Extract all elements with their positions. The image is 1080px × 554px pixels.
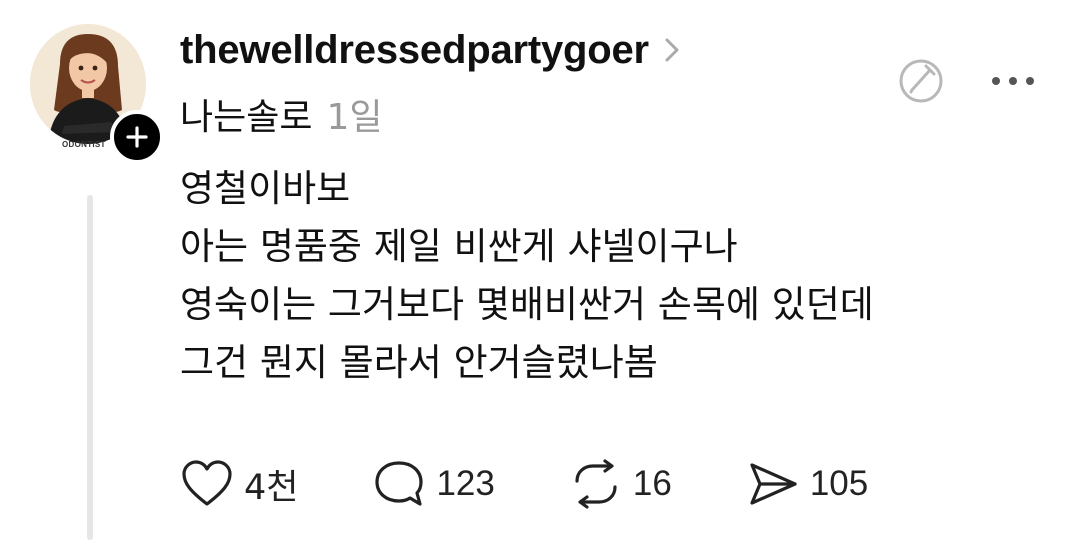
- username[interactable]: thewelldressedpartygoer: [180, 28, 649, 73]
- top-actions: [896, 56, 1036, 106]
- follow-button[interactable]: [110, 110, 164, 164]
- avatar-caption: ODONTIST: [62, 140, 106, 149]
- topic-row: 나는솔로 1일: [180, 88, 383, 140]
- post-body: 영철이바보 아는 명품중 제일 비싼게 샤넬이구나 영숙이는 그거보다 몇배비싼…: [180, 160, 1040, 392]
- comment-bubble-icon: [375, 461, 424, 506]
- post-line: 아는 명품중 제일 비싼게 샤넬이구나: [180, 225, 738, 268]
- username-row[interactable]: thewelldressedpartygoer: [180, 22, 681, 78]
- chevron-right-icon[interactable]: [663, 36, 681, 64]
- post-time: 1일: [326, 97, 383, 138]
- post-line: 그건 뭔지 몰라서 안거슬렸나봄: [180, 341, 658, 384]
- repost-icon: [575, 459, 617, 509]
- post-line: 영철이바보: [180, 167, 351, 210]
- send-icon: [750, 463, 797, 505]
- thread-line: [87, 195, 93, 540]
- plus-icon: [126, 126, 148, 148]
- like-button[interactable]: 4천: [180, 459, 298, 510]
- comment-count: 123: [436, 464, 495, 503]
- post-line: 영숙이는 그거보다 몇배비싼거 손목에 있던데: [180, 283, 874, 326]
- action-bar: 4천 123 16 105: [180, 456, 942, 512]
- heart-icon: [182, 460, 232, 506]
- share-button[interactable]: 105: [746, 459, 868, 509]
- like-count: 4천: [244, 467, 299, 508]
- edit-circle-icon[interactable]: [896, 56, 946, 106]
- repost-button[interactable]: 16: [569, 459, 672, 509]
- repost-count: 16: [632, 464, 672, 503]
- comment-button[interactable]: 123: [372, 459, 495, 509]
- more-horizontal-icon[interactable]: [990, 75, 1036, 87]
- topic-tag[interactable]: 나는솔로: [180, 88, 312, 140]
- share-count: 105: [809, 464, 869, 503]
